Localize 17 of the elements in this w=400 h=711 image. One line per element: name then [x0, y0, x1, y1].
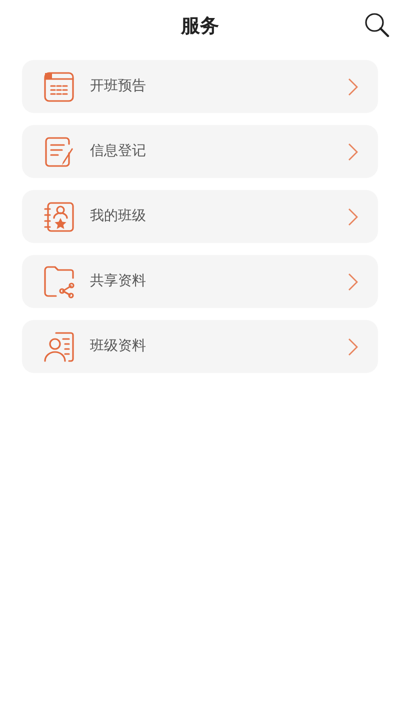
folder-share-icon	[42, 264, 76, 298]
chevron-right-icon	[348, 142, 358, 160]
chevron-right-icon	[348, 78, 358, 96]
service-item[interactable]: 共享资料	[22, 255, 378, 308]
service-item[interactable]: 我的班级	[22, 190, 378, 243]
service-item[interactable]: 开班预告	[22, 60, 378, 113]
chevron-right-icon	[348, 272, 358, 290]
service-item[interactable]: 信息登记	[22, 125, 378, 178]
service-item[interactable]: 班级资料	[22, 320, 378, 373]
calendar-icon	[42, 70, 76, 104]
edit-note-icon	[42, 134, 76, 168]
person-document-icon	[42, 330, 76, 364]
search-icon[interactable]	[364, 12, 390, 38]
chevron-right-icon	[348, 208, 358, 226]
badge-star-icon	[42, 200, 76, 234]
chevron-right-icon	[348, 338, 358, 356]
page-title: 服务	[181, 14, 219, 39]
